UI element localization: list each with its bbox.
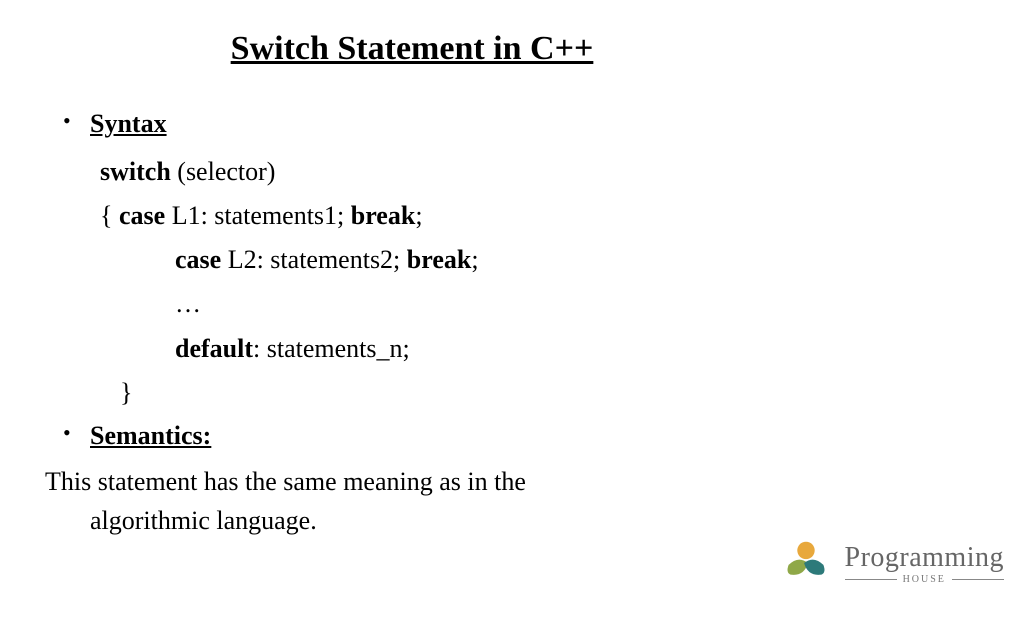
semantics-bullet: Semantics:	[45, 415, 979, 458]
slide-title: Switch Statement in C++	[145, 30, 679, 68]
code-line-6: }	[100, 371, 979, 415]
syntax-label: Syntax	[90, 109, 167, 138]
logo-main-text: Programming	[845, 542, 1005, 574]
code-line-1: switch (selector)	[100, 150, 979, 194]
logo-icon	[777, 534, 835, 592]
semantics-label: Semantics:	[90, 421, 211, 450]
code-line-5: default: statements_n;	[100, 327, 979, 371]
logo-text: Programming HOUSE	[845, 542, 1005, 585]
slide-content: Syntax switch (selector) { case L1: stat…	[45, 103, 979, 540]
semantics-text: This statement has the same meaning as i…	[45, 462, 979, 540]
code-line-4: …	[100, 282, 979, 326]
syntax-bullet: Syntax	[45, 103, 979, 146]
logo-sub-text: HOUSE	[845, 574, 1005, 585]
footer-logo: Programming HOUSE	[777, 534, 1005, 592]
code-line-2: { case L1: statements1; break;	[100, 194, 979, 238]
syntax-code-block: switch (selector) { case L1: statements1…	[45, 150, 979, 415]
code-line-3: case L2: statements2; break;	[100, 238, 979, 282]
